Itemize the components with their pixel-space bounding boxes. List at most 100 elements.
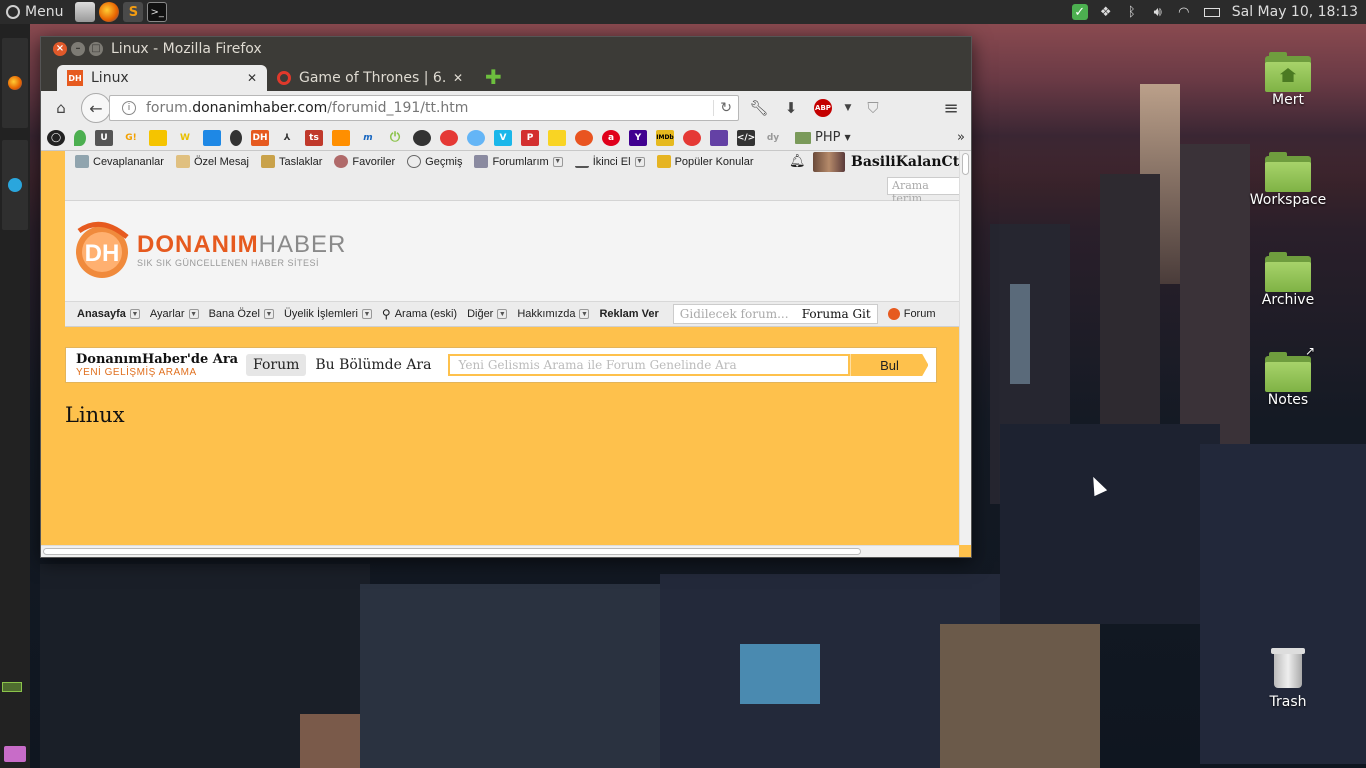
bookmark-dh-icon[interactable]: DH	[251, 129, 269, 146]
chevron-down-icon[interactable]: ▼	[129, 309, 140, 319]
tab-game-of-thrones[interactable]: Game of Thrones | 6.… ✕	[267, 65, 473, 91]
dock-skype[interactable]	[2, 140, 28, 230]
download-icon[interactable]: ⬇	[779, 96, 803, 120]
menu-button[interactable]: Menu	[0, 0, 71, 24]
notification-bell-icon[interactable]: 🔔︎	[789, 154, 806, 169]
menu-ayarlar[interactable]: Ayarlar ▼	[150, 308, 199, 320]
menu-diger[interactable]: Diğer ▼	[467, 308, 508, 320]
search-tab-forum[interactable]: Forum	[246, 354, 307, 376]
bookmarks-overflow-icon[interactable]: »	[957, 130, 965, 145]
window-titlebar[interactable]: × – □ Linux - Mozilla Firefox	[41, 37, 971, 61]
new-tab-plus-icon[interactable]: ✚	[485, 67, 503, 87]
dropbox-icon[interactable]: ❖	[1098, 4, 1114, 20]
bookmark-w-icon[interactable]: W	[176, 130, 194, 146]
desktop-icon-mert[interactable]: Mert	[1243, 52, 1333, 108]
vertical-scrollbar[interactable]	[959, 151, 971, 545]
firefox-launcher-icon[interactable]	[99, 2, 120, 22]
update-manager-icon[interactable]: ✓	[1071, 4, 1088, 20]
bookmark-pinwheel-icon[interactable]	[467, 129, 485, 146]
site-info-icon[interactable]: i	[122, 101, 136, 115]
dock-firefox[interactable]	[2, 38, 28, 128]
adblock-icon[interactable]: ABP	[811, 96, 835, 120]
desktop-icon-workspace[interactable]: Workspace	[1243, 152, 1333, 208]
chevron-down-icon[interactable]: ▼	[634, 156, 645, 167]
volume-icon[interactable]: 🔊︎	[1150, 4, 1166, 20]
bookmark-u-icon[interactable]: U	[95, 129, 113, 146]
nav-favoriler[interactable]: Favoriler	[334, 155, 395, 168]
back-arrow-icon[interactable]: ←	[81, 93, 111, 123]
menu-arama-eski[interactable]: ⚲ Arama (eski)	[382, 307, 457, 321]
clock[interactable]: Sal May 10, 18:13	[1232, 4, 1358, 20]
nav-ozel-mesaj[interactable]: Özel Mesaj	[175, 155, 249, 168]
donanimhaber-logo[interactable]: DH DONANIMHABER SIK SIK GÜNCELLENEN HABE…	[71, 219, 346, 281]
nav-populer-konular[interactable]: Popüler Konular	[656, 155, 753, 168]
mini-search-input[interactable]: Arama terim	[887, 177, 967, 205]
bookmark-b-icon[interactable]	[230, 129, 242, 146]
bookmark-search-icon[interactable]: ◯	[47, 129, 65, 146]
bookmark-folder-php[interactable]: PHP ▼	[795, 130, 851, 145]
bookmark-g-icon[interactable]: G!	[122, 130, 140, 146]
bookmark-yahoo-icon[interactable]: Y	[629, 129, 647, 146]
bookmark-lifebuoy-icon[interactable]	[440, 129, 458, 146]
menu-uyelik-islemleri[interactable]: Üyelik İşlemleri ▼	[284, 308, 372, 320]
bookmark-m-icon[interactable]: m	[359, 130, 377, 146]
tab-linux[interactable]: DH Linux ✕	[57, 65, 267, 91]
nav-forumlarim[interactable]: Forumlarım ▼	[474, 155, 563, 168]
bookmark-flag-icon[interactable]	[149, 129, 167, 146]
bookmark-p-icon[interactable]: P	[521, 129, 539, 146]
maximize-window-button[interactable]: □	[89, 42, 103, 56]
bookmark-drop-icon[interactable]	[74, 129, 86, 146]
home-icon[interactable]: ⌂	[49, 96, 73, 120]
nav-gecmis[interactable]: Geçmiş	[407, 155, 462, 168]
user-profile[interactable]: BasiliKalanCtrl	[813, 152, 971, 172]
goto-forum-button[interactable]: Foruma Git	[796, 307, 877, 321]
menu-reklam-ver[interactable]: Reklam Ver	[599, 308, 658, 320]
wrench-icon[interactable]: 🔧︎	[747, 96, 771, 120]
bookmark-note-icon[interactable]	[203, 129, 221, 146]
menu-bana-ozel[interactable]: Bana Özel ▼	[209, 308, 274, 320]
bookmark-power-icon[interactable]: ⏻	[386, 130, 404, 146]
show-desktop-icon[interactable]	[4, 746, 26, 762]
chevron-down-icon[interactable]: ▼	[263, 309, 274, 319]
goto-forum-input[interactable]: Gidilecek forum...	[674, 307, 796, 321]
desktop-icon-archive[interactable]: Archive	[1243, 252, 1333, 308]
bookmark-ubuntu-icon[interactable]	[575, 129, 593, 146]
nav-ikinci-el[interactable]: İkinci El ▼	[574, 155, 645, 168]
bookmark-imdb-icon[interactable]: IMDb	[656, 129, 674, 146]
bookmark-tomato-icon[interactable]	[683, 129, 701, 146]
sublime-launcher-icon[interactable]: S	[123, 2, 144, 22]
chevron-down-icon[interactable]: ▼	[579, 309, 590, 319]
search-input[interactable]: Yeni Gelismis Arama ile Forum Genelinde …	[448, 354, 851, 376]
desktop-icon-trash[interactable]: Trash	[1243, 646, 1333, 710]
workspace-indicator[interactable]	[2, 682, 22, 692]
bookmark-ts-icon[interactable]: ts	[305, 129, 323, 146]
chevron-down-icon[interactable]: ▼	[361, 309, 372, 319]
wifi-icon[interactable]: ◠	[1176, 4, 1192, 20]
shield-icon[interactable]: ⛉	[861, 96, 885, 120]
search-tab-section[interactable]: Bu Bölümde Ara	[308, 354, 438, 376]
file-manager-launcher-icon[interactable]	[75, 2, 96, 22]
close-window-button[interactable]: ×	[53, 42, 67, 56]
menu-hakkimizda[interactable]: Hakkımızda ▼	[517, 308, 590, 320]
terminal-launcher-icon[interactable]: >_	[147, 2, 168, 22]
menu-anasayfa[interactable]: Anasayfa ▼	[77, 308, 140, 320]
bookmark-film-icon[interactable]	[413, 129, 431, 146]
close-tab-icon[interactable]: ✕	[453, 71, 463, 85]
bookmark-tree-icon[interactable]: ⅄	[278, 130, 296, 146]
chevron-down-icon[interactable]: ▼	[497, 309, 508, 319]
bookmark-square-icon[interactable]	[332, 129, 350, 146]
nav-taslaklar[interactable]: Taslaklar	[260, 155, 322, 168]
chevron-down-icon[interactable]: ▼	[552, 156, 563, 167]
bluetooth-icon[interactable]: ᛒ	[1124, 4, 1140, 20]
bookmark-twitch-icon[interactable]	[710, 129, 728, 146]
bookmark-note-yellow-icon[interactable]	[548, 129, 566, 146]
battery-icon[interactable]	[1202, 4, 1222, 20]
chevron-down-icon[interactable]: ▼	[843, 96, 853, 120]
bookmark-dy-icon[interactable]: dy	[764, 130, 782, 146]
bookmark-code-icon[interactable]: </>	[737, 129, 755, 146]
url-bar[interactable]: i forum. donanimhaber.com/forumid_191/tt.…	[109, 95, 739, 121]
minimize-window-button[interactable]: –	[71, 42, 85, 56]
hamburger-menu-icon[interactable]: ≡	[939, 96, 963, 120]
chevron-down-icon[interactable]: ▼	[188, 309, 199, 319]
desktop-icon-notes[interactable]: ↗ Notes	[1243, 344, 1333, 408]
